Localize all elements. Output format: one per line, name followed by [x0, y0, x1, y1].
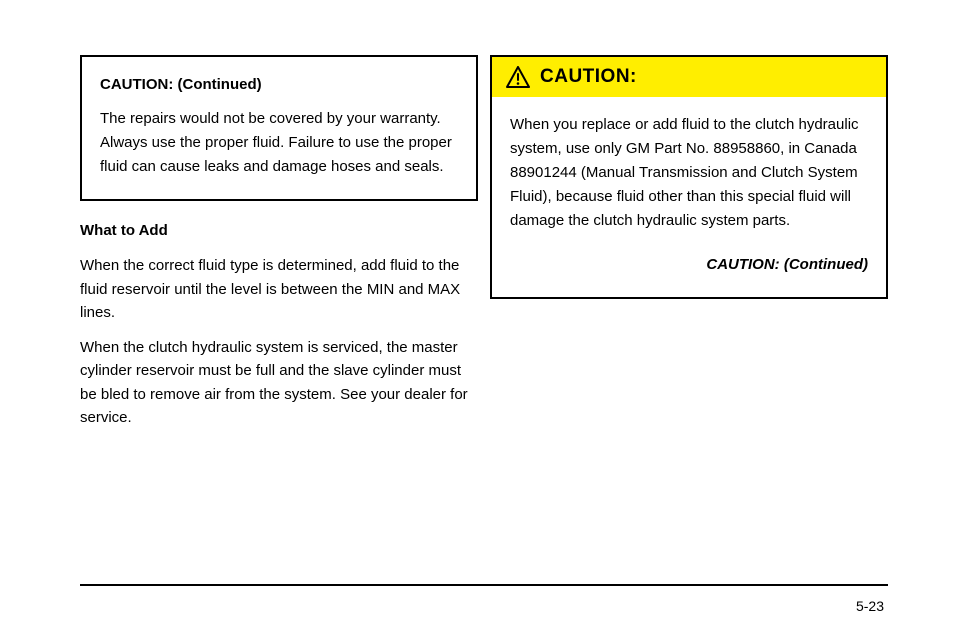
caution-box: CAUTION: When you replace or add fluid t…	[490, 55, 888, 299]
warning-triangle-icon	[506, 66, 530, 88]
caution-title: CAUTION:	[540, 66, 637, 88]
caution-body-text: The repairs would not be covered by your…	[100, 107, 458, 179]
page-number: 5-23	[856, 598, 884, 614]
body-paragraph: When the correct fluid type is determine…	[80, 254, 480, 324]
body-paragraph: When the clutch hydraulic system is serv…	[80, 336, 480, 429]
caution-continued-label: CAUTION: (Continued)	[100, 73, 458, 97]
section-heading: What to Add	[80, 222, 168, 239]
footer-rule	[80, 584, 888, 586]
caution-body-text: When you replace or add fluid to the clu…	[510, 113, 868, 233]
caution-box-continued: CAUTION: (Continued) The repairs would n…	[80, 55, 478, 201]
caution-header: CAUTION:	[492, 57, 886, 97]
caution-continued-tag: CAUTION: (Continued)	[510, 253, 868, 277]
